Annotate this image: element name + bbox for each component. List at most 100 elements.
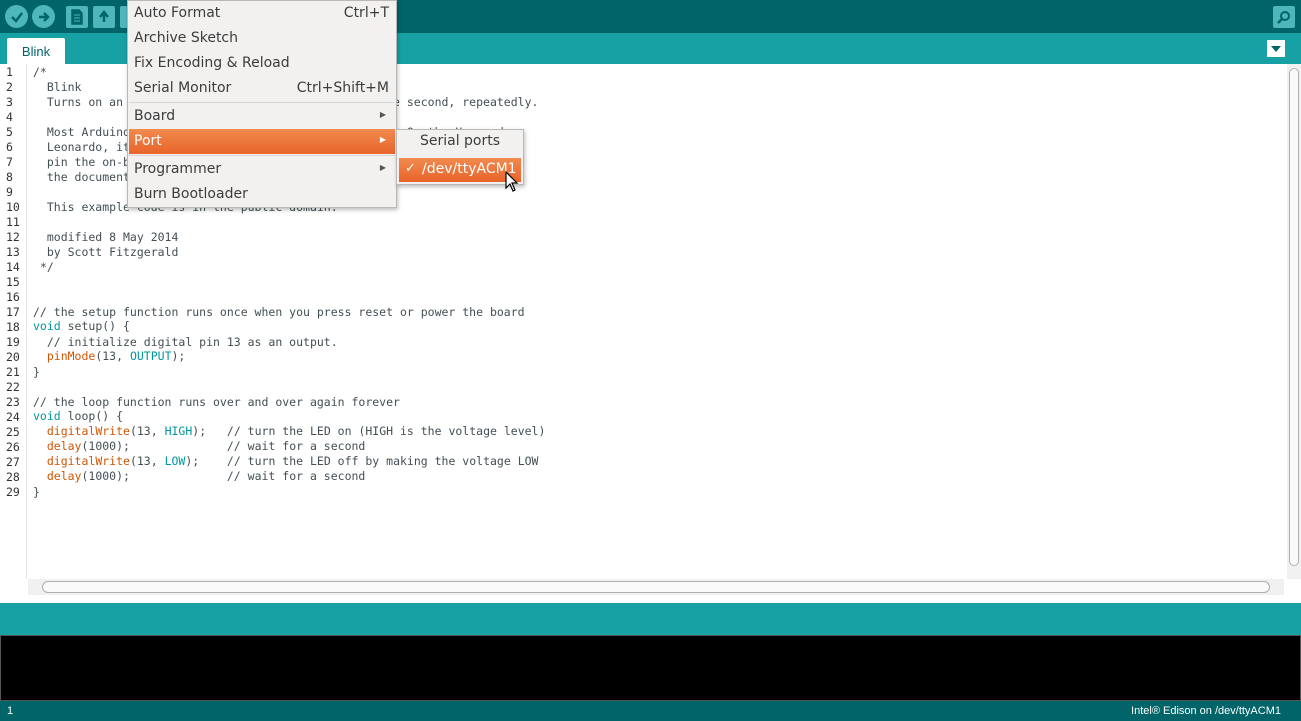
code-line-20: pinMode(13, OUTPUT); (33, 349, 186, 364)
vertical-scroll-thumb[interactable] (1289, 68, 1299, 566)
port-option-label: /dev/ttyACM1 (422, 161, 517, 177)
submenu-arrow-icon: ▶ (379, 110, 386, 119)
code-text: (1000); // wait for a second (81, 469, 366, 483)
line-number: 6 (6, 140, 13, 154)
function-name: digitalWrite (46, 424, 130, 438)
menu-item-archive-sketch[interactable]: Archive Sketch (129, 26, 395, 51)
code-text: (1000); // wait for a second (81, 439, 366, 453)
line-number: 4 (6, 110, 13, 124)
vertical-scrollbar[interactable] (1287, 64, 1301, 579)
verify-button[interactable] (5, 5, 28, 28)
code-line-18: void setup() { (33, 319, 130, 334)
code-text: setup() { (60, 319, 130, 333)
code-text: (13, (129, 424, 165, 438)
submenu-header: Serial ports (419, 133, 501, 149)
tab-menu-button[interactable] (1267, 40, 1285, 57)
submenu-arrow-icon: ▶ (379, 135, 386, 144)
line-number: 5 (6, 125, 13, 139)
code-line: } (33, 485, 40, 499)
code-line-28: delay(1000); // wait for a second (33, 469, 366, 484)
line-number: 2 (6, 80, 13, 94)
menu-item-serial-monitor[interactable]: Serial Monitor Ctrl+Shift+M (129, 76, 395, 101)
line-number: 17 (6, 305, 20, 319)
code-line: by Scott Fitzgerald (33, 245, 179, 259)
submenu-arrow-icon: ▶ (379, 163, 386, 172)
line-number: 25 (6, 425, 20, 439)
tab-blink[interactable]: Blink (7, 38, 65, 64)
console-output[interactable] (0, 635, 1301, 701)
code-text: ); (171, 349, 186, 363)
menu-item-burn-bootloader[interactable]: Burn Bootloader (129, 182, 395, 207)
serial-monitor-icon (1277, 11, 1290, 24)
line-number: 20 (6, 350, 20, 364)
line-number: 29 (6, 485, 20, 499)
arrow-up-icon (99, 10, 109, 22)
open-button[interactable] (93, 6, 115, 28)
code-line-25: digitalWrite(13, HIGH); // turn the LED … (33, 424, 546, 439)
status-board-port: Intel® Edison on /dev/ttyACM1 (1131, 705, 1281, 717)
code-line: // the loop function runs over and over … (33, 395, 400, 409)
code-text: ); // turn the LED off by making the vol… (185, 454, 539, 468)
code-text: ); // turn the LED on (HIGH is the volta… (192, 424, 546, 438)
line-number: 3 (6, 95, 13, 109)
chevron-down-icon (1271, 45, 1281, 52)
port-option-ttyacm1[interactable]: ✓ /dev/ttyACM1 (399, 158, 521, 182)
function-name: digitalWrite (46, 454, 130, 468)
line-number: 21 (6, 365, 20, 379)
check-icon: ✓ (405, 161, 416, 176)
line-number: 26 (6, 440, 20, 454)
serial-monitor-button[interactable] (1273, 6, 1295, 28)
line-number: 15 (6, 275, 20, 289)
menu-separator (129, 155, 395, 156)
menu-item-fix-encoding[interactable]: Fix Encoding & Reload (129, 51, 395, 76)
line-number: 19 (6, 335, 20, 349)
status-bar: 1 Intel® Edison on /dev/ttyACM1 (0, 701, 1301, 721)
menu-separator (129, 102, 395, 103)
function-name: delay (46, 469, 82, 483)
code-line-24: void loop() { (33, 409, 123, 424)
menu-item-label: Auto Format (134, 5, 221, 21)
code-line-26: delay(1000); // wait for a second (33, 439, 366, 454)
line-number: 23 (6, 395, 20, 409)
menu-item-port[interactable]: Port ▶ (129, 129, 395, 154)
menu-item-auto-format[interactable]: Auto Format Ctrl+T (129, 1, 395, 26)
code-text: (13, (95, 349, 130, 363)
horizontal-scroll-thumb[interactable] (42, 581, 1270, 593)
code-text: loop() { (60, 409, 124, 423)
keyword: void (33, 319, 61, 333)
menu-item-label: Programmer (134, 161, 222, 177)
constant: OUTPUT (129, 349, 172, 363)
menu-item-board[interactable]: Board ▶ (129, 104, 395, 129)
menu-item-label: Fix Encoding & Reload (134, 55, 290, 71)
code-line: Blink (33, 80, 82, 94)
line-number: 9 (6, 185, 13, 199)
menu-item-shortcut: Ctrl+T (343, 5, 389, 21)
line-number: 10 (6, 200, 20, 214)
code-line: */ (33, 260, 54, 274)
menu-item-label: Burn Bootloader (134, 186, 248, 202)
line-number: 27 (6, 455, 20, 469)
line-number: 18 (6, 320, 20, 334)
menu-item-programmer[interactable]: Programmer ▶ (129, 157, 395, 182)
code-line: // initialize digital pin 13 as an outpu… (33, 335, 338, 349)
code-line: // the setup function runs once when you… (33, 305, 525, 319)
line-number: 12 (6, 230, 20, 244)
menu-item-label: Port (134, 133, 162, 149)
line-number: 1 (6, 65, 13, 79)
keyword: void (33, 409, 61, 423)
new-button[interactable] (66, 6, 88, 28)
horizontal-scrollbar[interactable] (28, 579, 1284, 595)
code-line-27: digitalWrite(13, LOW); // turn the LED o… (33, 454, 539, 469)
arrow-right-icon (38, 11, 50, 22)
line-number: 16 (6, 290, 20, 304)
line-number: 11 (6, 215, 20, 229)
line-number: 22 (6, 380, 20, 394)
menu-item-label: Serial Monitor (134, 80, 232, 96)
upload-button[interactable] (32, 5, 55, 28)
function-name: delay (46, 439, 82, 453)
code-line: modified 8 May 2014 (33, 230, 179, 244)
console-header (0, 603, 1301, 635)
line-number: 8 (6, 170, 13, 184)
tools-menu: Auto Format Ctrl+T Archive Sketch Fix En… (127, 0, 397, 208)
mouse-cursor-icon (505, 171, 519, 192)
